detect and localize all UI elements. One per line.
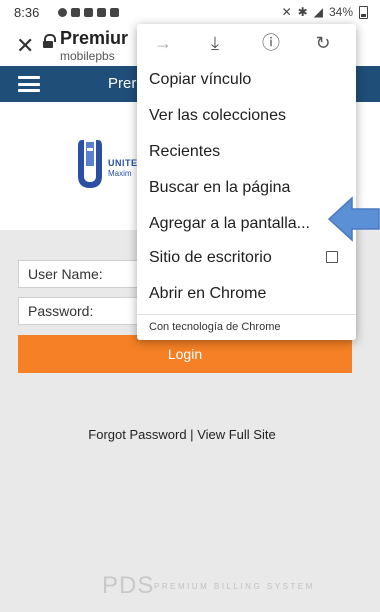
status-bar: 8:36 ✕ ✱ ◢ 34% — [0, 0, 380, 26]
notification-icon — [84, 8, 93, 17]
download-icon[interactable]: ⤓ — [203, 31, 227, 55]
header-title: Prer — [108, 75, 137, 92]
footer-links: Forgot Password | View Full Site — [0, 427, 364, 442]
notification-icon — [97, 8, 106, 17]
status-time: 8:36 — [14, 5, 40, 20]
menu-item-desktop-site[interactable]: Sitio de escritorio — [149, 244, 349, 272]
notification-icon — [110, 8, 119, 17]
link-separator: | — [190, 427, 194, 442]
menu-item-collections[interactable]: Ver las colecciones — [149, 102, 349, 130]
browser-overflow-menu: → ⤓ ⓘ ↻ Copiar vínculo Ver las coleccion… — [137, 24, 356, 340]
notification-icon — [71, 8, 80, 17]
menu-divider — [137, 314, 356, 315]
bluetooth-icon: ✱ — [297, 5, 308, 19]
refresh-icon[interactable]: ↻ — [311, 31, 335, 55]
notification-icon — [58, 8, 67, 17]
signal-icon: ◢ — [313, 5, 323, 19]
callout-arrow-icon — [328, 196, 380, 242]
logo-text: UNITE — [108, 158, 138, 168]
forgot-password-link[interactable]: Forgot Password — [88, 427, 186, 442]
menu-item-recent[interactable]: Recientes — [149, 138, 349, 166]
notification-icons — [58, 8, 119, 17]
login-button[interactable]: Login — [18, 335, 352, 373]
menu-item-copy-link[interactable]: Copiar vínculo — [149, 66, 349, 94]
view-full-site-link[interactable]: View Full Site — [197, 427, 276, 442]
tab-title: Premiur — [60, 28, 129, 48]
close-icon[interactable]: ✕ — [16, 32, 34, 60]
tab-url: mobilepbs — [60, 49, 115, 63]
logo-subtext: Maxim — [108, 169, 132, 178]
menu-item-open-in-chrome[interactable]: Abrir en Chrome — [149, 280, 349, 308]
pds-tagline: PREMIUM BILLING SYSTEM — [154, 582, 315, 591]
status-right: ✕ ✱ ◢ 34% — [282, 5, 368, 19]
company-logo-icon — [78, 140, 102, 188]
lock-icon — [43, 34, 56, 48]
forward-icon[interactable]: → — [151, 31, 175, 55]
menu-item-find-in-page[interactable]: Buscar en la página — [149, 174, 349, 202]
menu-footer: Con tecnología de Chrome — [149, 321, 281, 333]
username-label: User Name: — [28, 266, 103, 282]
info-icon[interactable]: ⓘ — [259, 31, 283, 55]
password-label: Password: — [28, 303, 94, 319]
vibrate-icon: ✕ — [281, 5, 292, 19]
pds-logo: PDS — [102, 572, 155, 599]
battery-percent: 34% — [328, 5, 353, 19]
menu-item-add-to-home-screen[interactable]: Agregar a la pantalla... — [149, 210, 349, 238]
desktop-site-checkbox[interactable] — [326, 251, 338, 263]
battery-icon — [359, 5, 368, 19]
menu-toolbar: → ⤓ ⓘ ↻ — [137, 24, 356, 62]
hamburger-menu-icon[interactable] — [18, 76, 40, 92]
screen: 8:36 ✕ ✱ ◢ 34% ✕ Premiur mobilepbs Prer — [0, 0, 380, 612]
